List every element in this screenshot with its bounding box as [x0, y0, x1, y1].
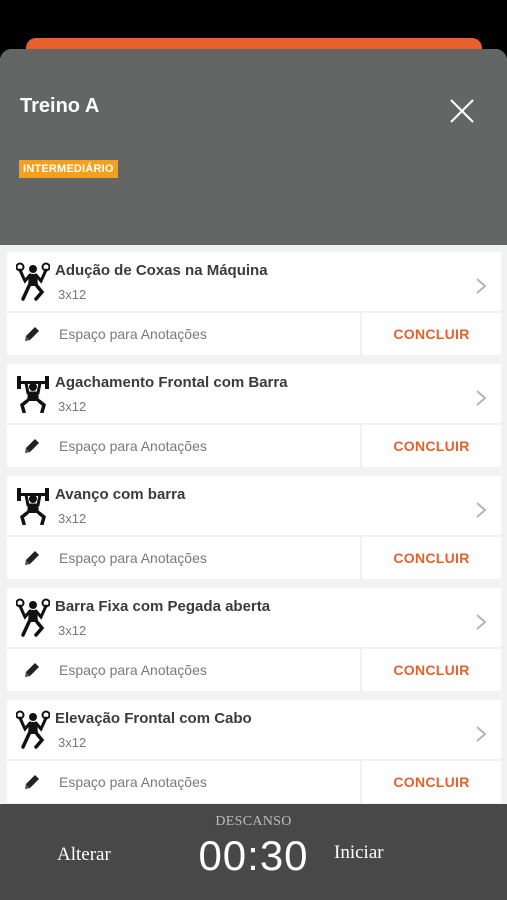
chevron-right-icon [476, 726, 487, 742]
notes-field[interactable]: Espaço para Anotações [7, 537, 360, 579]
exercise-sets: 3x12 [58, 287, 87, 302]
barbell-squat-icon [17, 488, 49, 525]
notes-field[interactable]: Espaço para Anotações [7, 313, 360, 355]
notes-field[interactable]: Espaço para Anotações [7, 425, 360, 467]
exercise-card: Barra Fixa com Pegada aberta 3x12 Espaço… [7, 588, 501, 693]
rest-timer-bar: DESCANSO Alterar 00:30 Iniciar [0, 804, 507, 900]
close-icon[interactable] [446, 95, 478, 127]
exercise-card: Adução de Coxas na Máquina 3x12 Espaço p… [7, 252, 501, 357]
exercise-actions: Espaço para Anotações CONCLUIR [7, 761, 501, 803]
complete-button[interactable]: CONCLUIR [362, 313, 501, 355]
complete-button[interactable]: CONCLUIR [362, 425, 501, 467]
rest-label: DESCANSO [215, 814, 292, 829]
exercise-name: Barra Fixa com Pegada aberta [55, 598, 271, 615]
pencil-icon [25, 551, 39, 565]
exercise-sets: 3x12 [58, 623, 87, 638]
exercise-name: Elevação Frontal com Cabo [55, 710, 252, 727]
notes-field[interactable]: Espaço para Anotações [7, 649, 360, 691]
notes-placeholder: Espaço para Anotações [59, 326, 207, 342]
exercise-card: Avanço com barra 3x12 Espaço para Anotaç… [7, 476, 501, 581]
complete-button[interactable]: CONCLUIR [362, 537, 501, 579]
pencil-icon [25, 439, 39, 453]
exercise-list[interactable]: Adução de Coxas na Máquina 3x12 Espaço p… [0, 245, 507, 805]
workout-sheet: Treino A INTERMEDIÁRIO Adução de Coxas n… [0, 49, 507, 900]
exercise-actions: Espaço para Anotações CONCLUIR [7, 649, 501, 691]
exercise-row[interactable]: Elevação Frontal com Cabo 3x12 [7, 700, 501, 759]
exercise-name: Adução de Coxas na Máquina [55, 262, 268, 279]
exercise-card: Elevação Frontal com Cabo 3x12 Espaço pa… [7, 700, 501, 805]
chevron-right-icon [476, 278, 487, 294]
dumbbell-lift-icon [16, 262, 50, 301]
barbell-squat-icon [17, 376, 49, 413]
exercise-name: Avanço com barra [55, 486, 186, 503]
notes-placeholder: Espaço para Anotações [59, 438, 207, 454]
exercise-actions: Espaço para Anotações CONCLUIR [7, 313, 501, 355]
exercise-actions: Espaço para Anotações CONCLUIR [7, 537, 501, 579]
exercise-name: Agachamento Frontal com Barra [55, 374, 288, 391]
exercise-sets: 3x12 [58, 511, 87, 526]
chevron-right-icon [476, 502, 487, 518]
notes-placeholder: Espaço para Anotações [59, 774, 207, 790]
complete-button[interactable]: CONCLUIR [362, 649, 501, 691]
rest-timer: 00:30 [198, 832, 309, 879]
complete-button[interactable]: CONCLUIR [362, 761, 501, 803]
exercise-row[interactable]: Avanço com barra 3x12 [7, 476, 501, 535]
pencil-icon [25, 775, 39, 789]
workout-title: Treino A [20, 95, 100, 117]
exercise-sets: 3x12 [58, 735, 87, 750]
exercise-row[interactable]: Barra Fixa com Pegada aberta 3x12 [7, 588, 501, 647]
pencil-icon [25, 327, 39, 341]
pencil-icon [25, 663, 39, 677]
chevron-right-icon [476, 614, 487, 630]
exercise-actions: Espaço para Anotações CONCLUIR [7, 425, 501, 467]
exercise-sets: 3x12 [58, 399, 87, 414]
notes-placeholder: Espaço para Anotações [59, 662, 207, 678]
start-timer-button[interactable]: Iniciar [334, 842, 384, 864]
dumbbell-lift-icon [16, 598, 50, 637]
notes-field[interactable]: Espaço para Anotações [7, 761, 360, 803]
chevron-right-icon [476, 390, 487, 406]
exercise-card: Agachamento Frontal com Barra 3x12 Espaç… [7, 364, 501, 469]
notes-placeholder: Espaço para Anotações [59, 550, 207, 566]
sheet-header: Treino A INTERMEDIÁRIO [0, 49, 507, 245]
exercise-row[interactable]: Adução de Coxas na Máquina 3x12 [7, 252, 501, 311]
dumbbell-lift-icon [16, 710, 50, 749]
exercise-row[interactable]: Agachamento Frontal com Barra 3x12 [7, 364, 501, 423]
level-badge: INTERMEDIÁRIO [19, 160, 118, 178]
